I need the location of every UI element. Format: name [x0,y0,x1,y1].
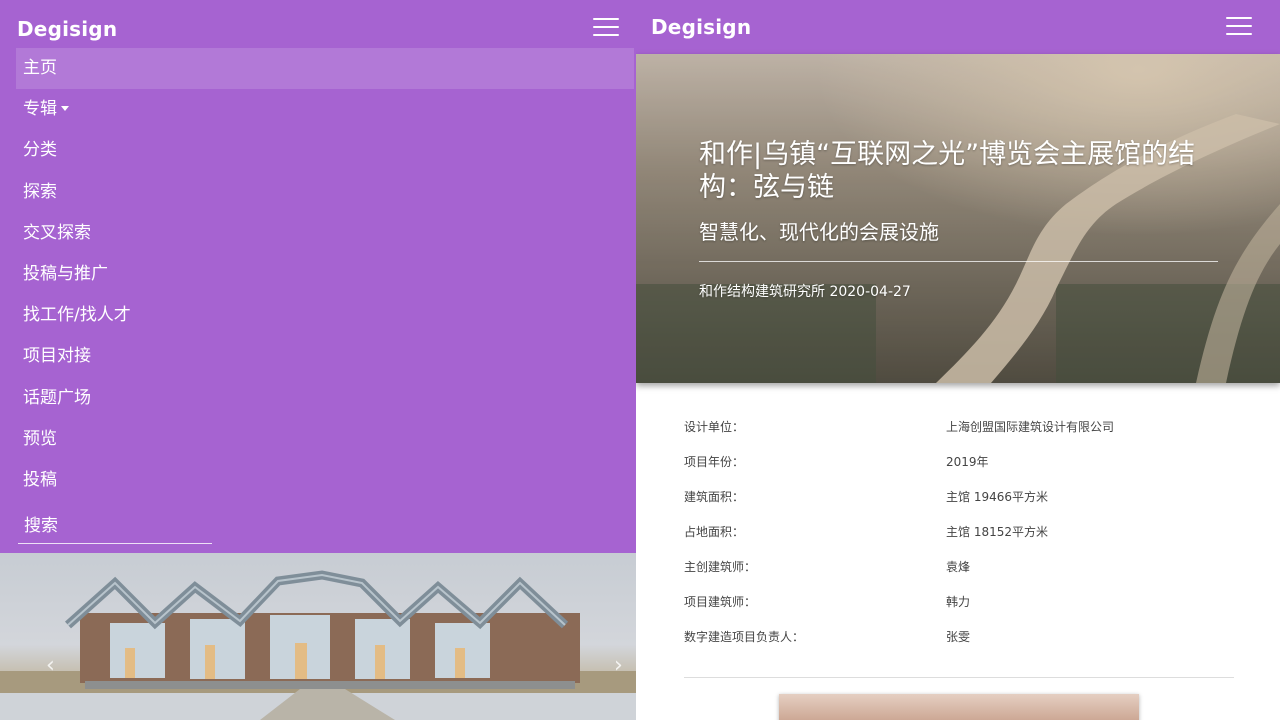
main-nav: 主页 专辑 分类 探索 交叉探索 投稿与推广 找工作/找人才 项目对接 话题广场… [16,48,634,501]
next-image-card[interactable] [779,694,1139,720]
right-panel: Degisign 和作|乌镇“互联网之光”博览会主展馆的结构：弦与链 智慧化、现… [636,0,1280,720]
info-label: 项目年份： [684,455,745,469]
search-field [18,508,212,544]
divider [699,261,1218,262]
nav-item-label: 主页 [23,58,57,78]
info-row: 数字建造项目负责人： 张雯 [684,618,1234,653]
info-value: 袁烽 [946,560,971,574]
nav-item-explore[interactable]: 探索 [16,172,634,213]
article-title: 和作|乌镇“互联网之光”博览会主展馆的结构：弦与链 [699,139,1196,203]
hamburger-menu-icon[interactable] [1226,17,1252,37]
info-value: 张雯 [946,630,971,644]
nav-item-label: 探索 [23,181,57,202]
nav-item-label: 专辑 [23,99,57,120]
article-subtitle: 智慧化、现代化的会展设施 [699,220,939,244]
info-label: 建筑面积： [684,490,745,504]
left-panel: Degisign 主页 专辑 分类 探索 交叉探索 投稿与推广 找工作/找人才 … [0,0,636,720]
info-value: 韩力 [946,595,971,609]
chevron-right-icon[interactable]: › [614,653,623,678]
info-label: 项目建筑师： [684,595,757,609]
info-row: 项目建筑师： 韩力 [684,583,1234,618]
pavilion-photo [0,570,636,720]
divider [684,677,1234,678]
info-value: 主馆 18152平方米 [946,525,1048,539]
nav-item-home[interactable]: 主页 [16,48,634,90]
nav-item-label: 分类 [23,140,57,161]
brand-logo[interactable]: Degisign [17,17,117,41]
project-info-table: 设计单位： 上海创盟国际建筑设计有限公司 项目年份： 2019年 建筑面积： 主馆 1… [684,408,1234,653]
nav-item-label: 话题广场 [23,387,91,408]
nav-item-submit[interactable]: 投稿 [16,460,634,501]
nav-item-submit-promote[interactable]: 投稿与推广 [16,254,634,295]
nav-item-jobs[interactable]: 找工作/找人才 [16,295,634,336]
nav-item-label: 预览 [23,428,57,449]
info-label: 占地面积： [684,525,745,539]
nav-item-topics[interactable]: 话题广场 [16,378,634,419]
nav-item-label: 投稿与推广 [23,263,108,284]
image-carousel[interactable]: ‹ › [0,553,636,720]
search-input[interactable] [18,508,212,543]
info-label: 设计单位： [684,420,745,434]
nav-item-projects[interactable]: 项目对接 [16,336,634,377]
info-row: 占地面积： 主馆 18152平方米 [684,513,1234,548]
nav-item-cross-explore[interactable]: 交叉探索 [16,213,634,254]
info-value: 2019年 [946,455,989,469]
article-hero: 和作|乌镇“互联网之光”博览会主展馆的结构：弦与链 智慧化、现代化的会展设施 和… [636,54,1280,383]
nav-item-categories[interactable]: 分类 [16,130,634,171]
article-meta: 和作结构建筑研究所 2020-04-27 [699,284,911,300]
brand-logo[interactable]: Degisign [651,15,751,39]
info-row: 建筑面积： 主馆 19466平方米 [684,478,1234,513]
nav-item-albums[interactable]: 专辑 [16,89,634,130]
nav-item-preview[interactable]: 预览 [16,419,634,460]
info-row: 项目年份： 2019年 [684,443,1234,478]
info-row: 设计单位： 上海创盟国际建筑设计有限公司 [684,408,1234,443]
hamburger-menu-icon[interactable] [593,18,619,38]
info-label: 主创建筑师： [684,560,757,574]
chevron-left-icon[interactable]: ‹ [46,653,55,678]
nav-item-label: 投稿 [23,469,57,490]
nav-item-label: 项目对接 [23,346,91,367]
nav-item-label: 交叉探索 [23,222,91,243]
top-navbar: Degisign [636,0,1280,54]
caret-down-icon [61,105,69,111]
info-value: 上海创盟国际建筑设计有限公司 [946,420,1115,434]
info-row: 主创建筑师： 袁烽 [684,548,1234,583]
info-value: 主馆 19466平方米 [946,490,1048,504]
nav-item-label: 找工作/找人才 [23,305,131,326]
info-label: 数字建造项目负责人： [684,630,805,644]
